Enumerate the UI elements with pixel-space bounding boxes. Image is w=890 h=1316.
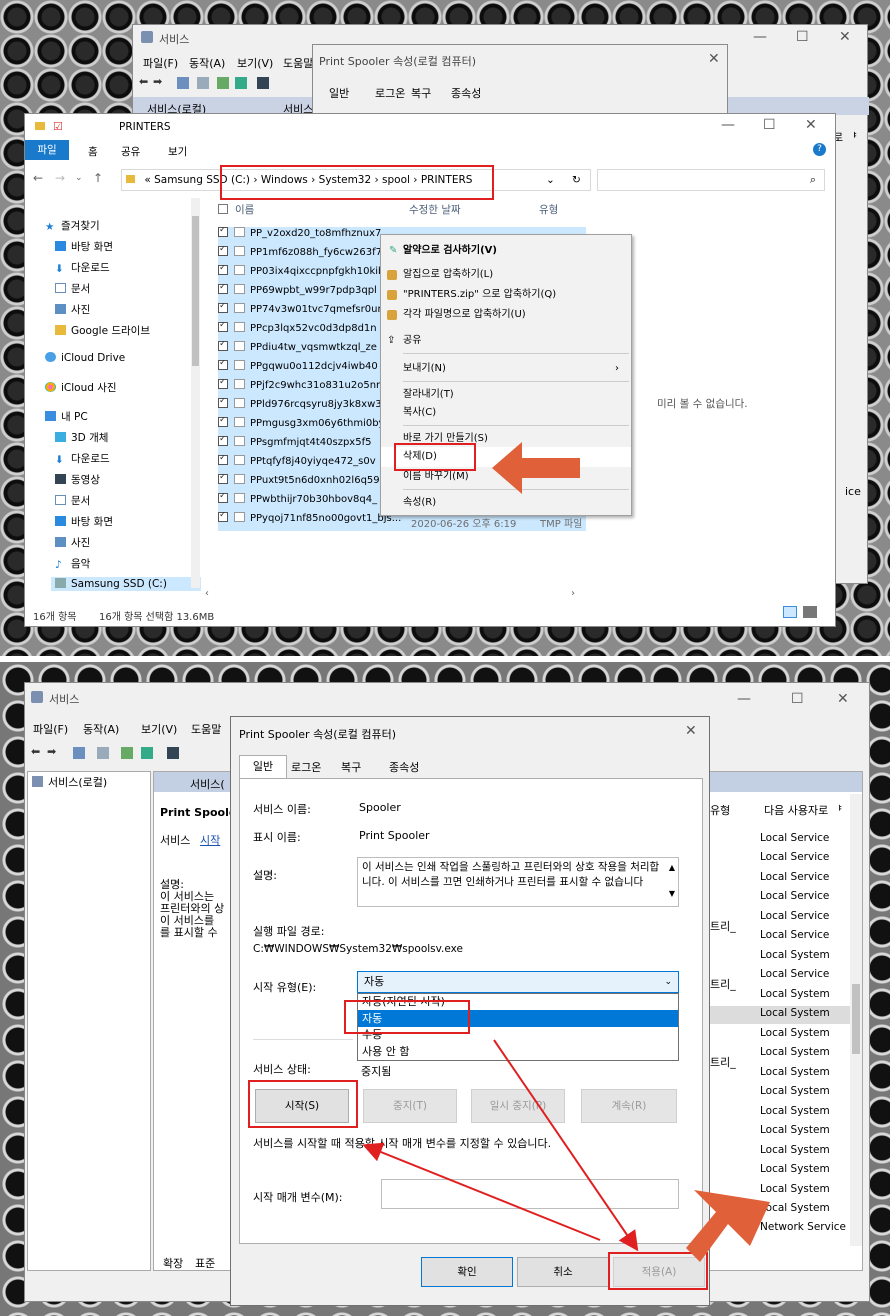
arrow-to-start bbox=[362, 1142, 601, 1241]
arrow-orange-diag bbox=[686, 1190, 770, 1262]
arrow-to-apply bbox=[493, 1039, 639, 1252]
red-arrows bbox=[362, 1039, 770, 1262]
